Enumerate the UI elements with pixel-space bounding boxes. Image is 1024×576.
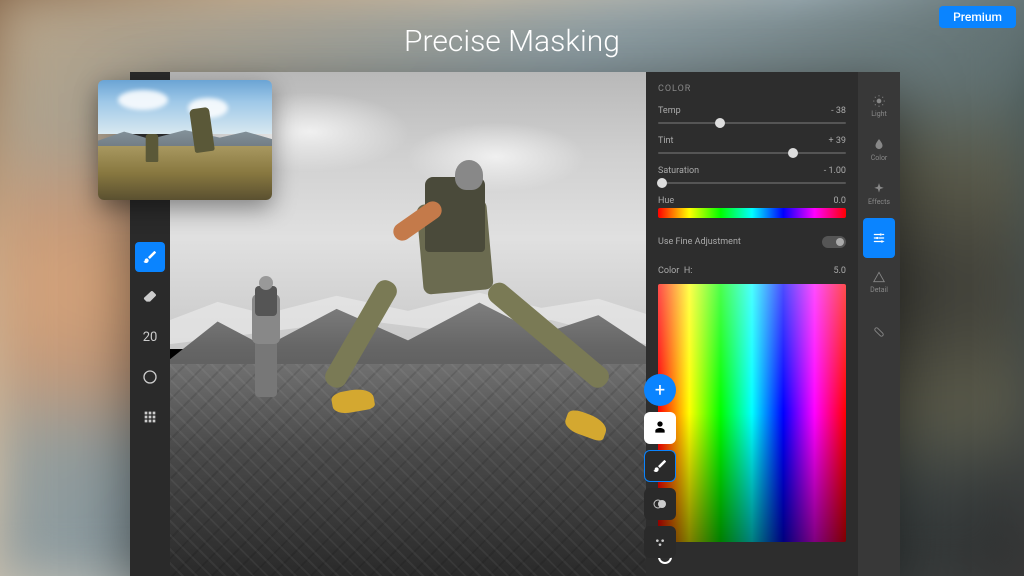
sun-icon (872, 94, 886, 108)
bandage-icon (872, 325, 886, 339)
sliders-icon (872, 231, 886, 245)
drop-icon (872, 138, 886, 152)
tab-healing[interactable] (863, 312, 895, 352)
panel-title: COLOR (658, 84, 846, 94)
tab-color[interactable]: Color (863, 130, 895, 170)
person-icon (652, 420, 668, 436)
tab-detail[interactable]: Detail (863, 262, 895, 302)
eraser-icon (142, 289, 158, 305)
circle-icon (142, 369, 158, 385)
tint-slider[interactable]: Tint + 39 (658, 136, 846, 154)
color-h-label: H: (684, 266, 693, 276)
brush-size-value[interactable]: 20 (135, 322, 165, 352)
temp-label: Temp (658, 106, 681, 116)
color-label: Color (658, 266, 679, 276)
mask-subject-button[interactable] (644, 412, 676, 444)
saturation-slider[interactable]: Saturation - 1.00 (658, 166, 846, 184)
saturation-value: - 1.00 (824, 166, 846, 176)
color-value: 5.0 (834, 266, 847, 276)
mask-brush-button[interactable] (644, 450, 676, 482)
temp-value: - 38 (831, 106, 846, 116)
mask-settings-button[interactable] (644, 526, 676, 558)
tint-label: Tint (658, 136, 673, 146)
hue-slider[interactable]: Hue 0.0 (658, 196, 846, 218)
hiker-background (237, 274, 297, 404)
brush-tool[interactable] (135, 242, 165, 272)
color-panel: COLOR Temp - 38 Tint + 39 Saturation - 1… (646, 72, 858, 576)
hue-label: Hue (658, 196, 674, 206)
promo-headline: Precise Masking (0, 24, 1024, 59)
brush-small-icon (652, 458, 668, 474)
fine-adjust-toggle[interactable] (822, 236, 846, 248)
invert-icon (652, 496, 668, 512)
temp-slider[interactable]: Temp - 38 (658, 106, 846, 124)
hue-value: 0.0 (834, 196, 847, 206)
brush-icon (142, 249, 158, 265)
tab-light[interactable]: Light (863, 86, 895, 126)
tint-value: + 39 (829, 136, 846, 146)
saturation-label: Saturation (658, 166, 699, 176)
fine-adjust-label: Use Fine Adjustment (658, 237, 741, 247)
shape-tool[interactable] (135, 362, 165, 392)
mask-tools-floating: + (644, 374, 676, 558)
hiker-foreground (370, 122, 570, 452)
color-picker-strip[interactable] (658, 284, 846, 542)
grid-icon (142, 409, 158, 425)
tab-active-adjust[interactable] (863, 218, 895, 258)
dots-icon (652, 534, 668, 550)
original-thumbnail (98, 80, 272, 200)
side-tabs: Light Color Effects Detail (858, 72, 900, 576)
premium-badge[interactable]: Premium (939, 6, 1016, 28)
add-mask-button[interactable]: + (644, 374, 676, 406)
sparkle-icon (872, 182, 886, 196)
eraser-tool[interactable] (135, 282, 165, 312)
tab-effects[interactable]: Effects (863, 174, 895, 214)
triangle-icon (872, 270, 886, 284)
pattern-tool[interactable] (135, 402, 165, 432)
mask-invert-button[interactable] (644, 488, 676, 520)
